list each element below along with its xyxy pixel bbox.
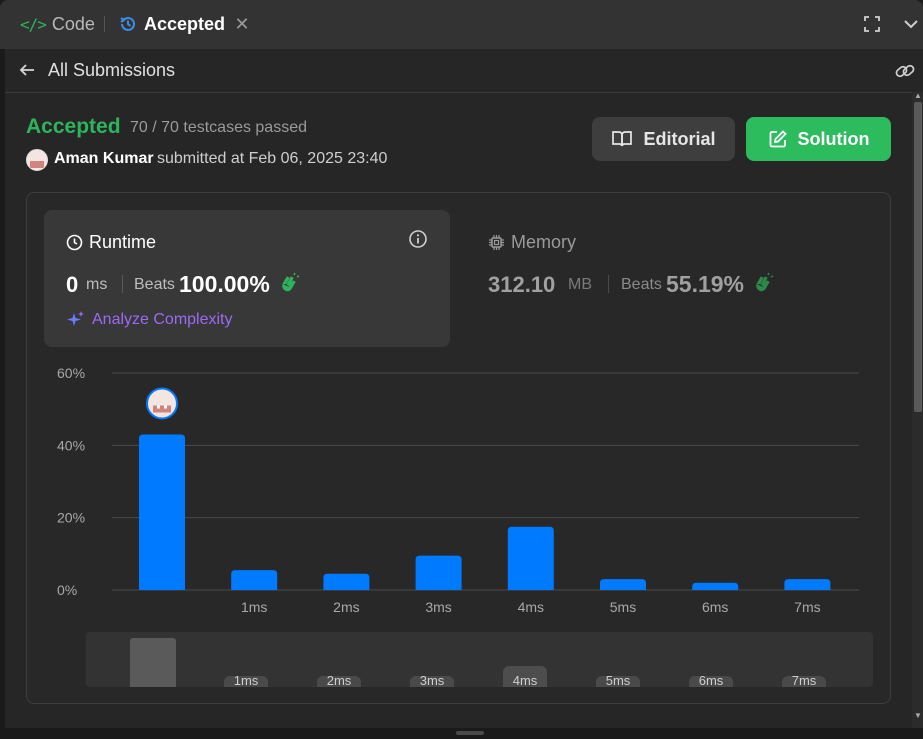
minimap-tick-label: 7ms	[792, 673, 817, 687]
tab-bar: </> Code Accepted ✕	[0, 0, 923, 49]
book-icon	[612, 131, 633, 147]
editorial-button-label: Editorial	[643, 128, 716, 149]
avatar[interactable]	[26, 149, 48, 171]
minimap-bar	[130, 638, 176, 687]
x-tick-label: 5ms	[610, 599, 636, 615]
code-icon: </>	[20, 14, 47, 34]
solution-button-label: Solution	[797, 128, 870, 149]
back-arrow-icon[interactable]	[17, 60, 37, 80]
performance-card: Runtime 0 ms Beats 100.00% Analyze Compl…	[26, 192, 891, 704]
submission-header: All Submissions	[5, 49, 923, 93]
submission-status: Accepted	[26, 115, 121, 138]
chart-bar[interactable]	[692, 582, 739, 590]
runtime-distribution-chart[interactable]: 0% 20% 40% 60% 1ms 2ms 3ms 4ms 5ms 6ms 7ms	[27, 353, 891, 633]
info-icon[interactable]	[408, 229, 428, 249]
submitted-timestamp: submitted at Feb 06, 2025 23:40	[157, 150, 388, 167]
tab-code-label: Code	[51, 13, 95, 34]
x-tick-label: 6ms	[702, 599, 728, 615]
chart-bar[interactable]	[231, 570, 278, 590]
y-tick-label: 20%	[57, 510, 85, 526]
minimap-tick-label: 5ms	[606, 673, 631, 687]
runtime-unit: ms	[86, 276, 108, 293]
chevron-down-icon[interactable]	[901, 14, 921, 34]
memory-divider	[608, 275, 609, 293]
runtime-label: Runtime	[66, 232, 156, 253]
chart-bar[interactable]	[507, 526, 554, 590]
runtime-value: 0	[66, 272, 79, 297]
scroll-up-arrow-icon[interactable]: ▲	[914, 92, 922, 100]
analyze-complexity-link[interactable]: Analyze Complexity	[66, 310, 233, 330]
analyze-complexity-label: Analyze Complexity	[92, 311, 233, 328]
minimap-tick-label: 3ms	[420, 673, 445, 687]
submission-panel: All Submissions Accepted 70 / 70 testcas…	[5, 49, 923, 728]
memory-unit: MB	[568, 276, 592, 293]
x-tick-label: 4ms	[518, 599, 544, 615]
memory-beats-value: 55.19%	[666, 271, 745, 297]
chart-bar[interactable]	[784, 579, 831, 590]
clock-icon	[66, 234, 83, 251]
scroll-down-arrow-icon[interactable]: ▼	[914, 712, 922, 720]
minimap-tick-label: 4ms	[513, 673, 538, 687]
chip-icon	[489, 235, 504, 250]
link-icon[interactable]	[894, 60, 916, 82]
tab-divider	[104, 16, 105, 32]
chart-bar[interactable]	[415, 555, 462, 590]
close-tab-icon[interactable]: ✕	[233, 12, 251, 36]
memory-label-text: Memory	[511, 232, 577, 252]
minimap-tick-label: 1ms	[234, 673, 259, 687]
runtime-panel[interactable]: Runtime 0 ms Beats 100.00% Analyze Compl…	[44, 210, 450, 347]
chart-range-navigator[interactable]: 1ms 2ms 3ms 4ms 5ms 6ms 7ms	[86, 632, 873, 687]
editorial-button[interactable]: Editorial	[592, 117, 735, 161]
minimap-tick-label: 2ms	[327, 673, 352, 687]
scrollbar-thumb[interactable]	[914, 102, 922, 412]
chart-bar[interactable]	[600, 579, 646, 590]
avatar-detail	[157, 405, 160, 409]
edit-icon	[769, 130, 787, 148]
tab-accepted[interactable]: Accepted	[118, 12, 225, 36]
runtime-beats-label: Beats	[134, 276, 175, 293]
clapping-hands-icon	[282, 272, 300, 292]
clapping-hands-icon	[756, 272, 774, 292]
memory-label[interactable]: Memory	[488, 232, 576, 253]
avatar-detail	[153, 405, 171, 413]
testcases-passed: 70 / 70 testcases passed	[130, 119, 307, 136]
chart-bar[interactable]	[139, 434, 185, 590]
resize-handle[interactable]	[456, 731, 484, 735]
vertical-scrollbar[interactable]: ▲ ▼	[912, 92, 923, 728]
memory-beats-label: Beats	[621, 276, 662, 293]
runtime-label-text: Runtime	[89, 232, 157, 252]
x-tick-label: 1ms	[241, 599, 267, 615]
sparkle-icon	[67, 311, 84, 326]
author-name[interactable]: Aman Kumar	[54, 150, 154, 168]
y-tick-label: 40%	[57, 437, 85, 453]
history-icon	[120, 16, 135, 31]
fullscreen-icon[interactable]	[862, 14, 882, 34]
user-avatar-marker	[146, 387, 178, 420]
y-tick-label: 0%	[57, 582, 77, 598]
x-tick-label: 7ms	[794, 599, 820, 615]
x-tick-label: 2ms	[333, 599, 359, 615]
y-tick-label: 60%	[57, 365, 85, 381]
runtime-beats-value: 100.00%	[179, 271, 270, 297]
all-submissions-link[interactable]: All Submissions	[48, 60, 175, 81]
solution-button[interactable]: Solution	[746, 117, 891, 161]
x-tick-label: 3ms	[425, 599, 451, 615]
runtime-divider	[122, 275, 123, 293]
tab-code[interactable]: </> Code	[20, 12, 95, 36]
memory-value: 312.10	[488, 272, 556, 297]
avatar-detail	[164, 405, 167, 409]
chart-bar[interactable]	[323, 573, 370, 590]
tab-accepted-label: Accepted	[144, 13, 226, 34]
minimap-tick-label: 6ms	[699, 673, 724, 687]
